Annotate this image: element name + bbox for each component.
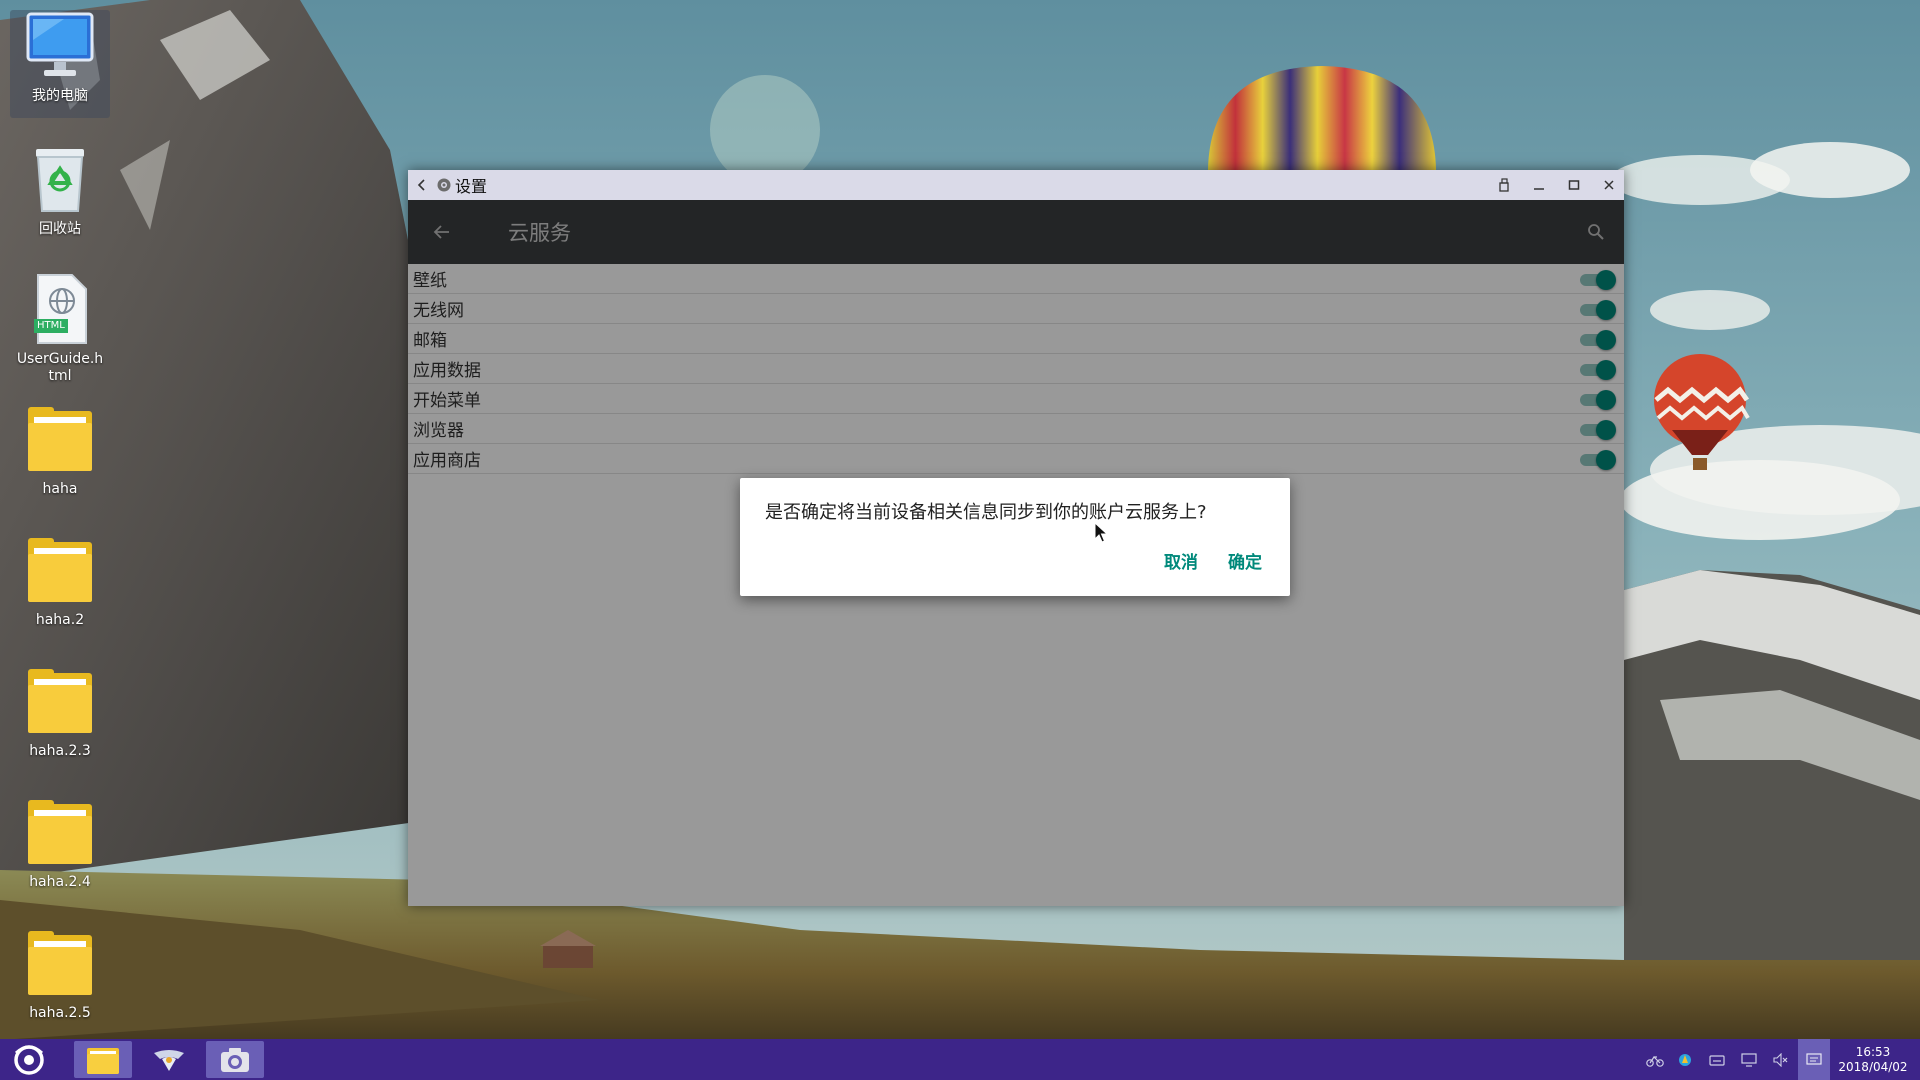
- desktop-icon-label: haha.2.5: [29, 1005, 91, 1021]
- taskbar: 16:53 2018/04/02: [0, 1039, 1920, 1080]
- tray-bicycle[interactable]: [1643, 1039, 1667, 1080]
- tray-display[interactable]: [1737, 1039, 1761, 1080]
- confirm-button[interactable]: 确定: [1228, 548, 1262, 573]
- desktop-icon-folder-haha-2[interactable]: haha.2: [10, 534, 110, 629]
- taskbar-settings[interactable]: [206, 1041, 264, 1078]
- desktop-icon-label: haha.2.4: [29, 874, 91, 890]
- desktop-icon-folder-haha-2-3[interactable]: haha.2.3: [10, 665, 110, 760]
- chevron-left-icon: [417, 179, 425, 191]
- settings-gear-icon: [436, 177, 452, 193]
- dialog-message: 是否确定将当前设备相关信息同步到你的账户云服务上?: [765, 502, 1207, 523]
- taskbar-app-bird[interactable]: [140, 1041, 198, 1078]
- confirm-dialog: 是否确定将当前设备相关信息同步到你的账户云服务上? 取消 确定: [740, 478, 1290, 596]
- start-button[interactable]: [0, 1039, 58, 1080]
- clock-time: 16:53: [1855, 1044, 1891, 1059]
- desktop-icon-label: haha.2: [35, 612, 85, 628]
- close-button[interactable]: [1594, 170, 1624, 200]
- computer-icon: [24, 10, 96, 82]
- rotate-screen-button[interactable]: [1489, 170, 1519, 200]
- folder-icon: [24, 665, 96, 737]
- settings-camera-icon: [221, 1047, 249, 1072]
- desktop-icon-folder-haha-2-4[interactable]: haha.2.4: [10, 796, 110, 891]
- folder-icon: [87, 1047, 119, 1074]
- taskbar-clock[interactable]: 16:53 2018/04/02: [1832, 1039, 1914, 1080]
- window-titlebar[interactable]: 设置: [408, 170, 1624, 200]
- desktop-icon-label: haha.2.3: [29, 743, 91, 759]
- tray-app-indicator[interactable]: [1673, 1039, 1697, 1080]
- minimize-button[interactable]: [1524, 170, 1554, 200]
- desktop-icon-label: 我的电脑: [32, 88, 88, 104]
- minimize-icon: [1534, 188, 1544, 190]
- titlebar-back-button[interactable]: [408, 170, 436, 200]
- desktop-icon-my-computer[interactable]: 我的电脑: [10, 10, 110, 118]
- window-title: 设置: [455, 177, 488, 196]
- desktop-icon-label: haha: [42, 481, 78, 497]
- cancel-button[interactable]: 取消: [1164, 548, 1198, 573]
- desktop-icon-label: UserGuide.h tml: [16, 351, 104, 384]
- bird-app-icon: [154, 1049, 184, 1071]
- tray-input-method[interactable]: [1705, 1039, 1729, 1080]
- folder-icon: [24, 927, 96, 999]
- app-indicator-icon: [1679, 1053, 1691, 1066]
- keyboard-icon: [1709, 1054, 1725, 1066]
- desktop-icon-folder-haha[interactable]: haha: [10, 403, 110, 498]
- desktop-icon-recycle-bin[interactable]: 回收站: [10, 143, 110, 238]
- tray-notifications[interactable]: [1798, 1039, 1830, 1080]
- recycle-bin-icon: [24, 143, 96, 215]
- volume-muted-icon: [1773, 1052, 1788, 1067]
- mouse-cursor-icon: [1094, 522, 1108, 543]
- desktop-icon-folder-haha-2-5[interactable]: haha.2.5: [10, 927, 110, 1022]
- taskbar-file-manager[interactable]: [74, 1041, 132, 1078]
- maximize-icon: [1568, 180, 1580, 190]
- close-icon: [1604, 180, 1614, 190]
- desktop-icon-userguide[interactable]: HTML UserGuide.h tml: [10, 273, 110, 385]
- bicycle-icon: [1646, 1055, 1664, 1067]
- notification-icon: [1806, 1052, 1822, 1065]
- monitor-icon: [1741, 1052, 1757, 1067]
- rotate-icon: [1499, 178, 1509, 192]
- clock-date: 2018/04/02: [1838, 1059, 1908, 1074]
- folder-icon: [24, 796, 96, 868]
- maximize-button[interactable]: [1559, 170, 1589, 200]
- tray-volume[interactable]: [1769, 1039, 1793, 1080]
- html-file-icon: HTML: [24, 273, 96, 345]
- desktop-icon-label: 回收站: [39, 221, 81, 237]
- folder-icon: [24, 534, 96, 606]
- folder-icon: [24, 403, 96, 475]
- start-logo-icon: [14, 1044, 44, 1075]
- html-badge: HTML: [34, 319, 68, 333]
